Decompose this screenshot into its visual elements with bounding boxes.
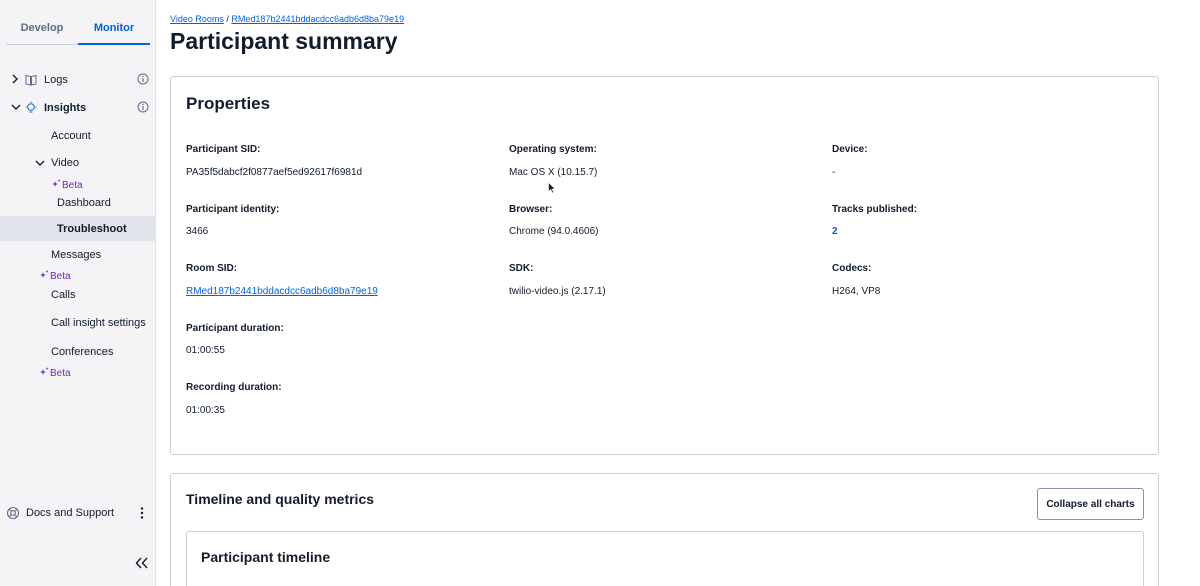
sparkle-icon: [40, 270, 49, 282]
operating-system-value: Mac OS X (10.15.7): [509, 167, 598, 178]
sparkle-icon: [52, 179, 61, 191]
properties-title: Properties: [186, 94, 271, 113]
sidebar-item-call-insight-settings[interactable]: Call insight settings: [51, 317, 146, 329]
participant-sid-label: Participant SID:: [186, 144, 261, 155]
sidebar-item-label: Logs: [44, 74, 68, 86]
sidebar-item-insights[interactable]: Insights: [0, 100, 156, 116]
participant-identity-value: 3466: [186, 226, 209, 237]
sdk-value: twilio-video.js (2.17.1): [509, 286, 606, 297]
tab-develop[interactable]: Develop: [6, 14, 78, 45]
sidebar-item-video[interactable]: Video: [51, 157, 79, 169]
beta-badge: Beta: [40, 270, 71, 282]
sidebar-item-conferences[interactable]: Conferences: [51, 346, 113, 358]
recording-duration-value: 01:00:35: [186, 405, 225, 416]
timeline-card: Timeline and quality metrics Collapse al…: [170, 473, 1159, 586]
tab-monitor[interactable]: Monitor: [78, 14, 150, 45]
sidebar-item-logs[interactable]: Logs: [0, 72, 156, 88]
docs-and-support[interactable]: Docs and Support: [6, 505, 154, 521]
properties-card: Properties Participant SID: PA35f5dabcf2…: [170, 76, 1159, 455]
lightbulb-icon: [24, 101, 38, 115]
sidebar-item-messages[interactable]: Messages: [51, 249, 101, 261]
browser-value: Chrome (94.0.4606): [509, 226, 599, 237]
participant-timeline-title: Participant timeline: [201, 549, 331, 565]
browser-label: Browser:: [509, 204, 553, 215]
lifebuoy-icon: [6, 506, 20, 520]
mouse-cursor-icon: [548, 181, 556, 194]
recording-duration-label: Recording duration:: [186, 382, 282, 393]
device-label: Device:: [832, 144, 868, 155]
collapse-sidebar-icon[interactable]: [135, 556, 149, 572]
room-sid-link[interactable]: RMed187b2441bddacdcc6adb6d8ba79e19: [186, 286, 378, 297]
breadcrumb-separator: /: [226, 14, 229, 24]
chevron-down-icon: [11, 103, 21, 113]
participant-identity-label: Participant identity:: [186, 204, 280, 215]
participant-duration-label: Participant duration:: [186, 323, 284, 334]
breadcrumb-video-rooms[interactable]: Video Rooms: [170, 14, 224, 24]
sdk-label: SDK:: [509, 263, 534, 274]
sidebar-item-account[interactable]: Account: [51, 130, 91, 142]
participant-sid-value: PA35f5dabcf2f0877aef5ed92617f6981d: [186, 167, 363, 178]
sidebar-tabs: Develop Monitor: [6, 14, 150, 45]
chevron-down-icon[interactable]: [35, 159, 45, 169]
breadcrumb: Video Rooms / RMed187b2441bddacdcc6adb6d…: [170, 14, 404, 24]
breadcrumb-room-sid[interactable]: RMed187b2441bddacdcc6adb6d8ba79e19: [231, 14, 404, 24]
codecs-label: Codecs:: [832, 263, 872, 274]
beta-badge: Beta: [52, 179, 83, 191]
beta-badge: Beta: [40, 367, 71, 379]
sidebar-item-troubleshoot[interactable]: Troubleshoot: [57, 223, 127, 235]
collapse-all-charts-button[interactable]: Collapse all charts: [1037, 488, 1144, 520]
sidebar-item-label: Insights: [44, 102, 87, 114]
codecs-value: H264, VP8: [832, 286, 881, 297]
docs-label: Docs and Support: [26, 507, 115, 519]
room-sid-label: Room SID:: [186, 263, 238, 274]
sidebar: Develop Monitor Logs Insights Account Vi…: [0, 0, 156, 586]
timeline-title: Timeline and quality metrics: [186, 491, 375, 507]
sidebar-item-dashboard[interactable]: Dashboard: [57, 197, 111, 209]
tracks-published-label: Tracks published:: [832, 204, 918, 215]
tracks-published-link[interactable]: 2: [832, 226, 838, 237]
more-vertical-icon[interactable]: [139, 506, 145, 523]
page-title: Participant summary: [170, 28, 398, 54]
participant-duration-value: 01:00:55: [186, 345, 225, 356]
info-icon[interactable]: [137, 73, 149, 85]
sparkle-icon: [40, 367, 49, 379]
info-icon[interactable]: [137, 101, 149, 113]
book-icon: [24, 73, 38, 87]
participant-timeline-card: Participant timeline: [186, 531, 1144, 586]
device-value: -: [832, 167, 836, 178]
chevron-right-icon: [11, 74, 19, 86]
sidebar-item-calls[interactable]: Calls: [51, 289, 75, 301]
operating-system-label: Operating system:: [509, 144, 597, 155]
